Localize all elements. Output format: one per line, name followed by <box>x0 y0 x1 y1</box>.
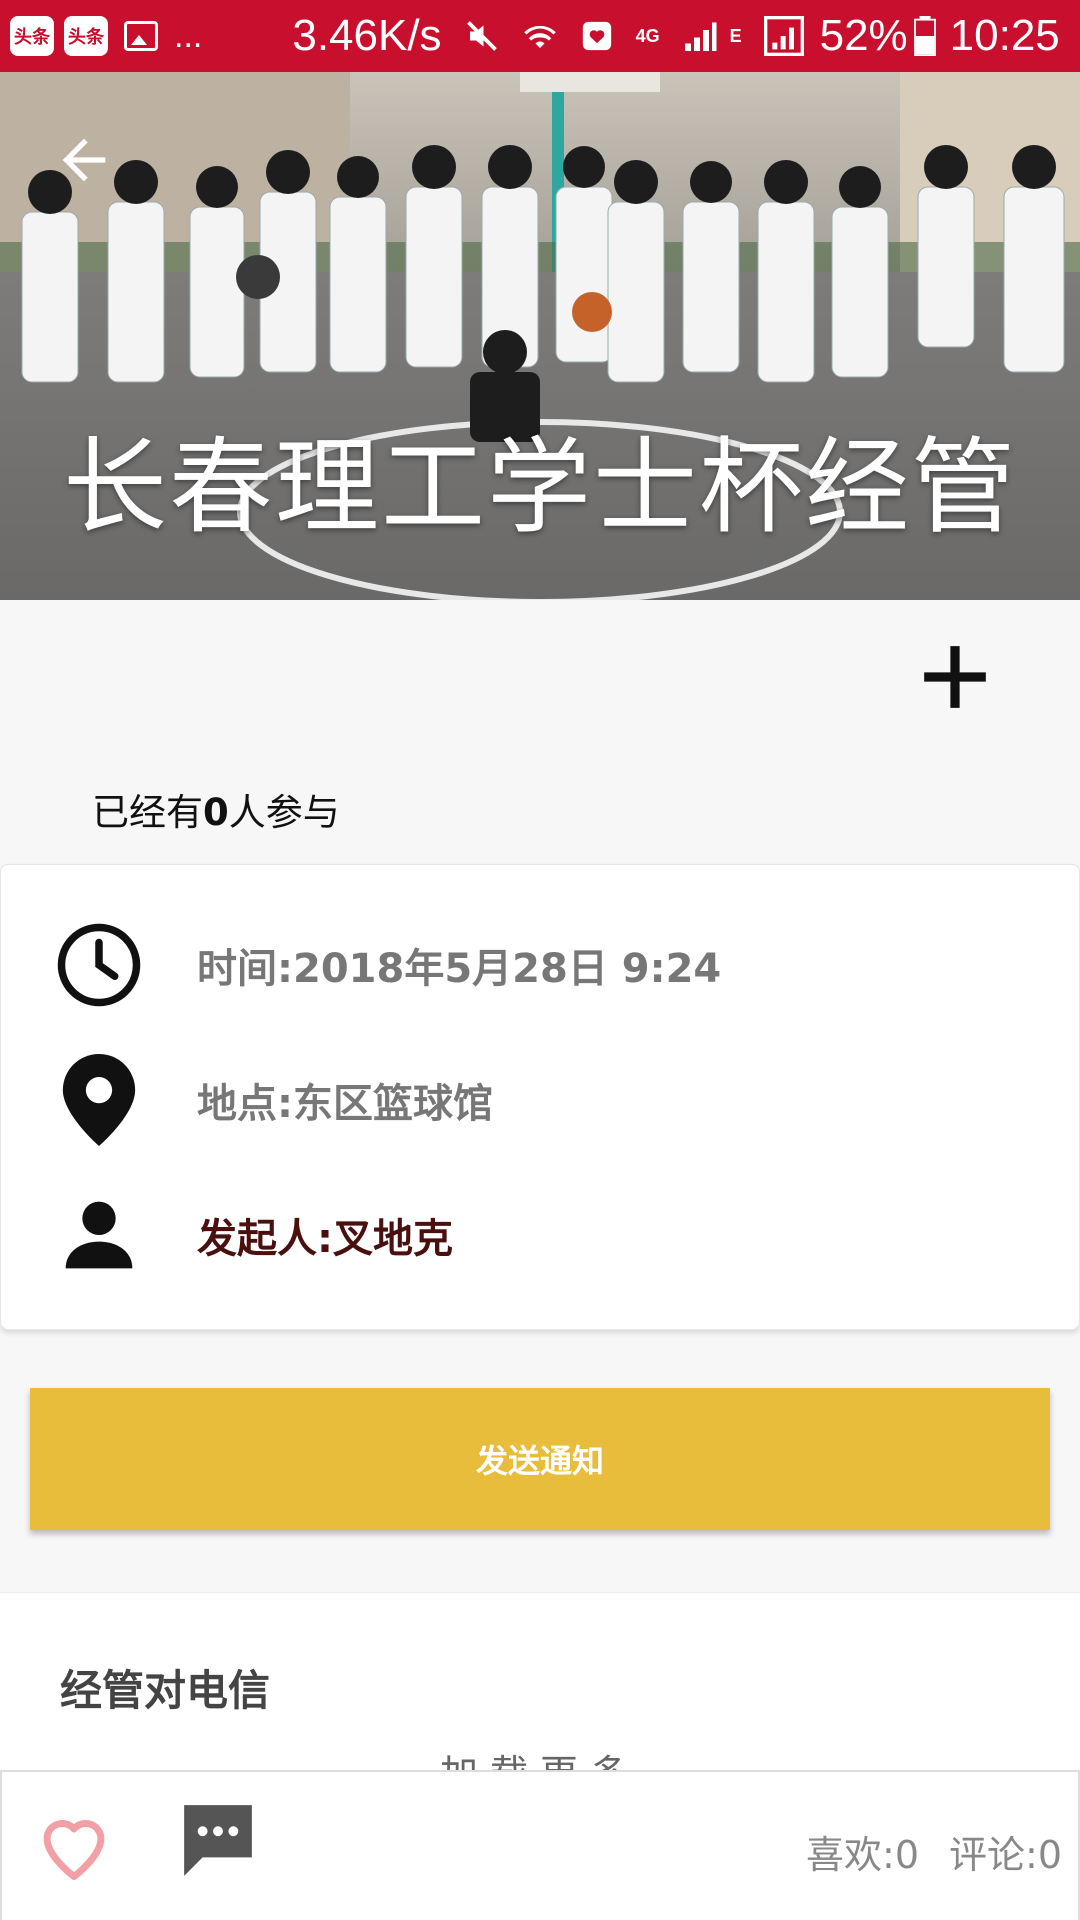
clock-icon <box>51 917 147 1013</box>
hero-banner: 长春理工学士杯经管 <box>0 72 1080 600</box>
toutiao-app-icon: 头条 <box>10 16 54 56</box>
person-icon <box>51 1187 147 1283</box>
event-location: 地点:东区篮球馆 <box>197 1081 493 1127</box>
organizer-row: 发起人:叉地克 <box>1 1180 1079 1290</box>
engagement-stats: 喜欢:0 评论:0 <box>776 1824 1062 1879</box>
more-notifications: ... <box>174 16 203 55</box>
heart-notification-icon <box>580 19 614 53</box>
location-pin-icon <box>51 1052 147 1148</box>
event-info-card: 时间:2018年5月28日 9:24 地点:东区篮球馆 发起人:叉地克 <box>0 864 1080 1330</box>
participant-count: 已经有0人参与 <box>92 782 340 836</box>
status-bar: 头条 头条 ... 3.46K/s 4G E 52% 10:25 <box>0 0 1080 72</box>
toutiao-app-icon-2: 头条 <box>64 16 108 56</box>
participant-prefix: 已经有 <box>92 791 203 834</box>
event-title: 长春理工学士杯经管 <box>62 426 1017 548</box>
location-row: 地点:东区篮球馆 <box>1 1045 1079 1155</box>
likes-count: 喜欢:0 <box>806 1833 920 1877</box>
signal2-type: E <box>729 25 742 46</box>
signal-icon <box>682 18 718 54</box>
battery-percent: 52% <box>819 11 908 60</box>
battery-icon <box>913 16 936 56</box>
post-title[interactable]: 经管对电信 <box>60 1657 270 1718</box>
participant-number: 0 <box>203 791 229 834</box>
net-speed: 3.46K/s <box>292 11 442 60</box>
send-notice-button[interactable]: 发送通知 <box>30 1388 1050 1530</box>
gallery-icon <box>124 21 158 51</box>
wifi-icon <box>522 18 558 54</box>
post-list: 经管对电信 加载更多 <box>0 1592 1080 1796</box>
back-arrow-icon[interactable] <box>52 128 116 192</box>
network-type: 4G <box>635 25 660 46</box>
bottom-action-bar: 喜欢:0 评论:0 <box>0 1770 1080 1920</box>
event-time: 时间:2018年5月28日 9:24 <box>197 946 722 992</box>
heart-icon[interactable] <box>36 1810 112 1886</box>
comment-icon[interactable] <box>180 1802 256 1882</box>
mute-icon <box>464 18 500 54</box>
time-row: 时间:2018年5月28日 9:24 <box>1 910 1079 1020</box>
add-icon[interactable] <box>918 640 992 714</box>
event-organizer: 发起人:叉地克 <box>197 1216 453 1262</box>
comments-count: 评论:0 <box>949 1833 1062 1877</box>
signal-icon-2 <box>763 16 804 56</box>
clock: 10:25 <box>949 11 1060 60</box>
participant-suffix: 人参与 <box>228 791 340 834</box>
